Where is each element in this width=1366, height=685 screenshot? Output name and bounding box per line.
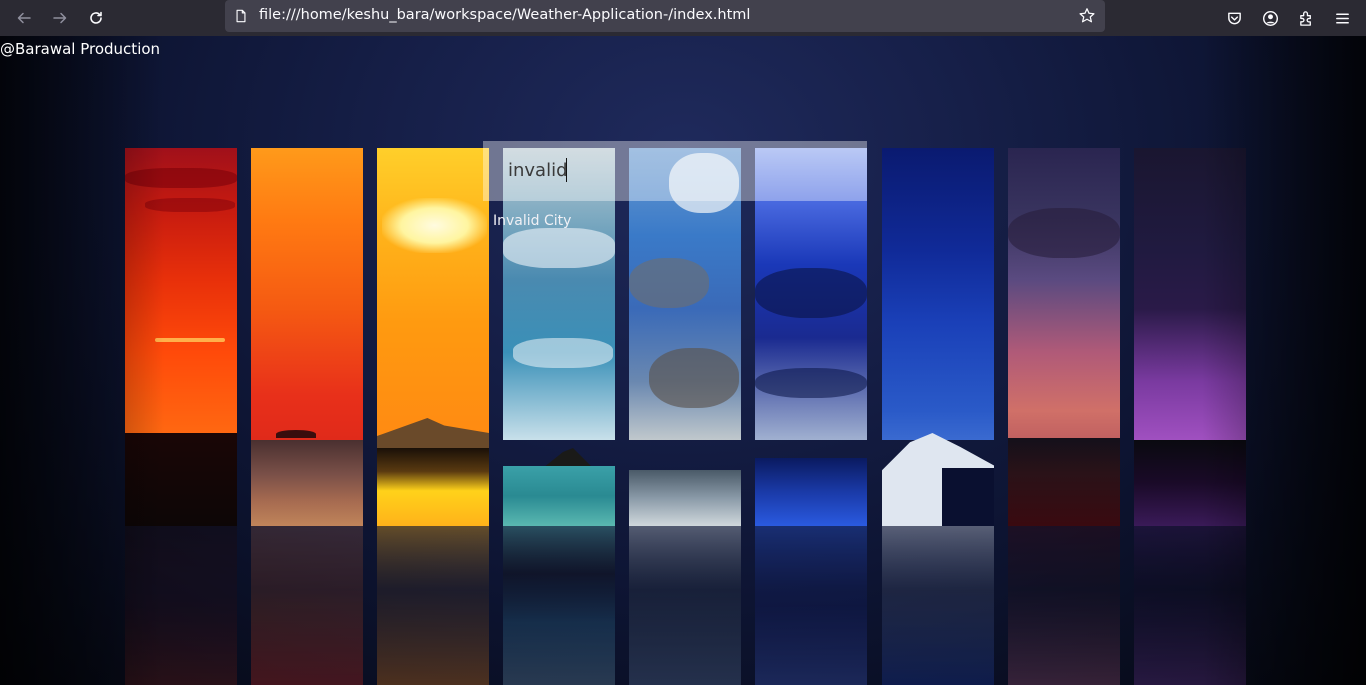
error-message: Invalid City bbox=[493, 213, 572, 229]
extensions-button[interactable] bbox=[1292, 4, 1320, 32]
reflection-orange bbox=[251, 526, 363, 685]
background-panel-navy bbox=[882, 148, 994, 526]
menu-button[interactable] bbox=[1328, 4, 1356, 32]
url-bar[interactable]: file:///home/keshu_bara/workspace/Weathe… bbox=[225, 0, 1105, 32]
browser-toolbar: file:///home/keshu_bara/workspace/Weathe… bbox=[0, 0, 1366, 36]
reflection-blue bbox=[629, 526, 741, 685]
reflection-violet bbox=[1134, 526, 1246, 685]
menu-icon bbox=[1335, 12, 1349, 24]
text-caret bbox=[566, 158, 567, 182]
forward-button[interactable] bbox=[46, 4, 74, 32]
background-panel-red bbox=[125, 148, 237, 526]
back-arrow-icon bbox=[17, 12, 31, 24]
search-input-value: invalid bbox=[508, 160, 568, 181]
background-panel-dusk bbox=[1008, 148, 1120, 526]
page-icon bbox=[233, 8, 249, 24]
reflection-deep-blue bbox=[755, 526, 867, 685]
pocket-icon bbox=[1227, 12, 1241, 24]
background-panel-cyan bbox=[503, 148, 615, 526]
background-panel-deep-blue bbox=[755, 148, 867, 526]
reflection-cyan bbox=[503, 526, 615, 685]
back-button[interactable] bbox=[10, 4, 38, 32]
background-panel-blue bbox=[629, 148, 741, 526]
reflection-dusk bbox=[1008, 526, 1120, 685]
reflection-yellow bbox=[377, 526, 489, 685]
url-text[interactable]: file:///home/keshu_bara/workspace/Weathe… bbox=[259, 7, 750, 23]
pocket-button[interactable] bbox=[1220, 4, 1248, 32]
background-panel-orange bbox=[251, 148, 363, 526]
extensions-icon bbox=[1299, 10, 1311, 26]
background-panel-violet bbox=[1134, 148, 1246, 526]
reflection-navy bbox=[882, 526, 994, 685]
account-button[interactable] bbox=[1256, 4, 1284, 32]
bookmark-star-icon[interactable] bbox=[1077, 6, 1097, 26]
credit-text: @Barawal Production bbox=[0, 40, 161, 58]
account-icon bbox=[1262, 10, 1278, 26]
page-viewport: @Barawal Production invalid Invalid City bbox=[0, 36, 1366, 685]
background-panel-yellow bbox=[377, 148, 489, 526]
reload-icon bbox=[90, 11, 102, 24]
reflection-red bbox=[125, 526, 237, 685]
reload-button[interactable] bbox=[82, 4, 110, 32]
forward-arrow-icon bbox=[53, 12, 67, 24]
